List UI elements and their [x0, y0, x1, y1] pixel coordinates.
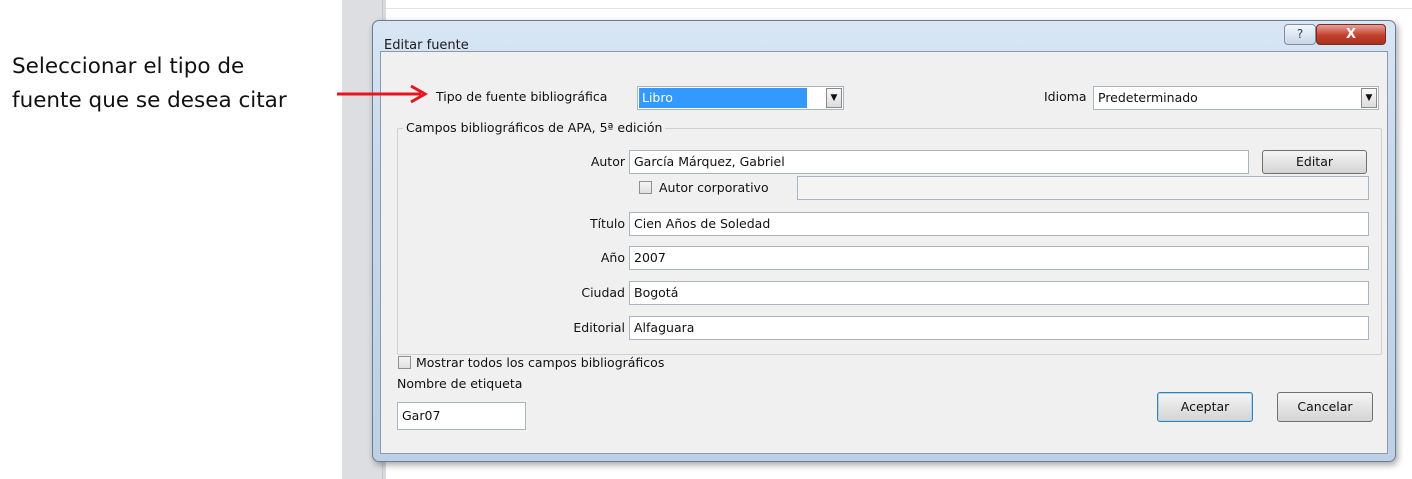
city-field[interactable]: Bogotá — [629, 281, 1369, 305]
author-field[interactable]: García Márquez, Gabriel — [629, 150, 1249, 174]
annotation-caption: Seleccionar el tipo de fuente que se des… — [12, 50, 332, 118]
year-label: Año — [600, 250, 625, 265]
year-field[interactable]: 2007 — [629, 246, 1369, 270]
source-type-combo[interactable]: Libro ▼ — [637, 86, 844, 110]
title-label: Título — [589, 216, 625, 231]
author-label: Autor — [590, 154, 625, 169]
corporate-author-field[interactable] — [797, 176, 1369, 200]
cancel-button[interactable]: Cancelar — [1277, 392, 1373, 422]
language-combo[interactable]: Predeterminado ▼ — [1093, 86, 1379, 110]
show-all-fields-label: Mostrar todos los campos bibliográficos — [416, 355, 665, 370]
tag-name-field[interactable]: Gar07 — [397, 402, 526, 430]
language-label: Idioma — [1044, 89, 1087, 104]
source-type-selected-value: Libro — [639, 88, 807, 108]
help-button[interactable]: ? — [1284, 24, 1316, 45]
caption-line-1: Seleccionar el tipo de — [12, 54, 245, 79]
close-button[interactable]: X — [1316, 24, 1386, 45]
ok-button[interactable]: Aceptar — [1157, 392, 1253, 422]
tag-name-label: Nombre de etiqueta — [397, 376, 523, 391]
chevron-down-icon[interactable]: ▼ — [1361, 88, 1377, 108]
bibliography-fields-group-title: Campos bibliográficos de APA, 5ª edición — [403, 120, 666, 135]
document-top-line — [386, 8, 1412, 9]
caption-line-2: fuente que se desea citar — [12, 88, 287, 113]
language-value: Predeterminado — [1098, 90, 1198, 105]
edit-author-button[interactable]: Editar — [1262, 150, 1367, 174]
corporate-author-checkbox[interactable] — [639, 181, 652, 194]
show-all-fields-checkbox[interactable] — [398, 356, 411, 369]
publisher-label: Editorial — [573, 320, 625, 335]
corporate-author-label: Autor corporativo — [659, 180, 769, 195]
publisher-field[interactable]: Alfaguara — [629, 316, 1369, 340]
edit-source-dialog: Editar fuente ? X Tipo de fuente bibliog… — [372, 20, 1396, 462]
title-field[interactable]: Cien Años de Soledad — [629, 212, 1369, 236]
city-label: Ciudad — [581, 285, 625, 300]
chevron-down-icon[interactable]: ▼ — [826, 88, 842, 108]
dialog-client-area: Tipo de fuente bibliográfica Libro ▼ Idi… — [380, 51, 1388, 454]
annotation-arrow-icon — [337, 84, 429, 104]
source-type-label: Tipo de fuente bibliográfica — [436, 89, 608, 104]
